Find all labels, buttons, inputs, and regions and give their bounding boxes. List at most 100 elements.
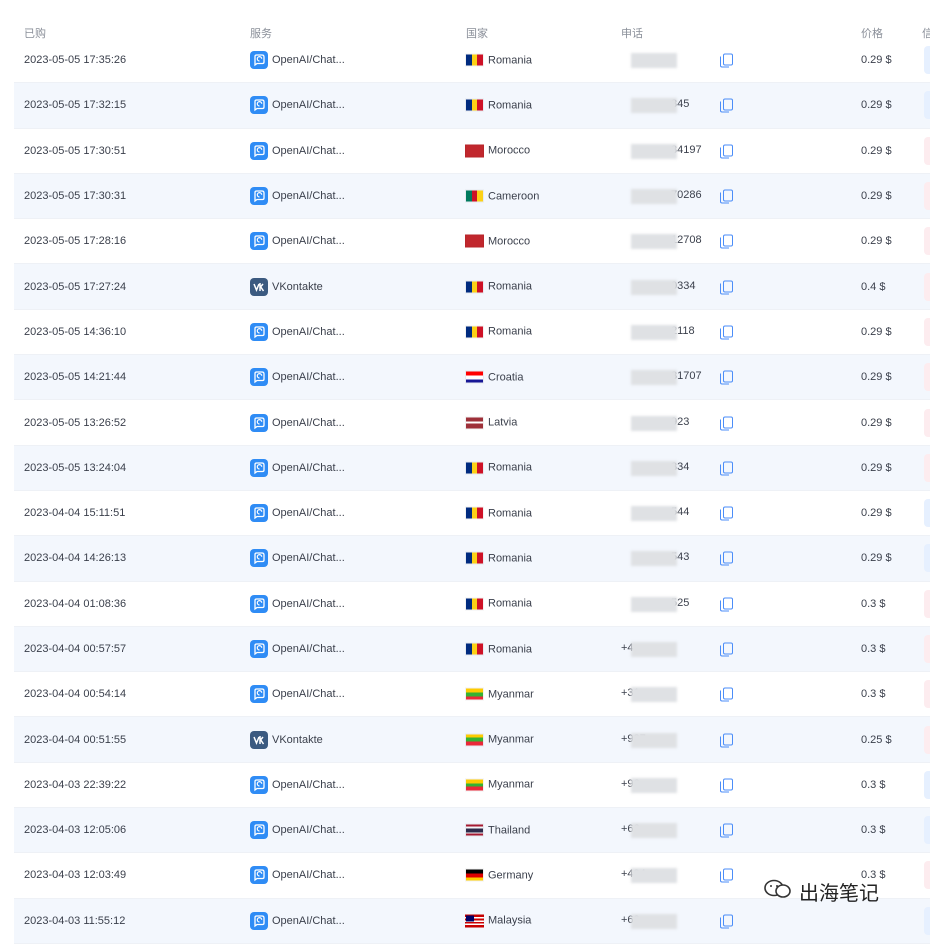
service-name: OpenAI/Chat... (272, 325, 345, 338)
service-cell: OpenAI/Chat... (250, 640, 345, 658)
table-row[interactable]: 2023-05-05 17:30:31 OpenAI/Chat... Cameroo… (14, 173, 930, 220)
flag-ro-icon (465, 98, 484, 112)
table-row[interactable]: 2023-05-05 13:26:52 OpenAI/Chat... Latvia 9… (14, 400, 930, 446)
redaction-blur (631, 279, 677, 295)
country-cell: Malaysia (465, 914, 531, 928)
redaction-blur (631, 415, 677, 431)
table-row[interactable]: 2023-04-04 15:11:51 OpenAI/Chat... Romania… (14, 491, 930, 537)
copy-icon[interactable] (720, 461, 733, 476)
status-badge (924, 816, 930, 845)
service-name: OpenAI/Chat... (272, 190, 345, 203)
table-row[interactable]: 2023-05-05 17:28:16 OpenAI/Chat... Morocco… (14, 219, 930, 265)
price: 0.29 $ (861, 371, 892, 384)
phone-number: +60 (621, 906, 711, 936)
flag-mm-icon (465, 778, 484, 792)
table-row[interactable]: 2023-04-04 00:51:55 VKontakte Myanmar +927 0… (14, 717, 930, 763)
table-row[interactable]: 2023-05-05 17:30:51 OpenAI/Chat... Morocco… (14, 129, 930, 174)
copy-icon[interactable] (720, 914, 733, 929)
status-badge (924, 635, 930, 663)
copy-icon[interactable] (720, 733, 733, 748)
copy-icon[interactable] (720, 642, 733, 657)
copy-icon[interactable] (720, 325, 733, 340)
copy-icon[interactable] (720, 280, 733, 295)
service-name: OpenAI/Chat... (272, 99, 345, 112)
flag-ro-icon (465, 280, 484, 294)
price: 0.3 $ (861, 597, 886, 610)
service-name: OpenAI/Chat... (272, 371, 345, 384)
openai-icon (250, 549, 268, 568)
country-name: Thailand (488, 824, 531, 837)
copy-icon[interactable] (720, 551, 733, 566)
purchase-date: 2023-05-05 17:32:15 (24, 99, 127, 112)
table-row[interactable]: 2023-04-04 00:57:57 OpenAI/Chat... Romania… (14, 626, 930, 673)
redaction-blur (631, 234, 677, 250)
copy-icon[interactable] (720, 687, 733, 702)
purchase-date: 2023-04-04 01:08:36 (24, 597, 127, 610)
copy-icon[interactable] (720, 98, 733, 113)
copy-icon[interactable] (720, 144, 733, 159)
copy-icon[interactable] (720, 189, 733, 204)
openai-icon (250, 458, 268, 477)
country-name: Romania (488, 461, 533, 474)
flag-mm-icon (465, 687, 484, 701)
table-row[interactable]: 2023-04-03 12:05:06 OpenAI/Chat... Thailan… (14, 808, 930, 854)
copy-icon[interactable] (720, 234, 733, 249)
service-cell: OpenAI/Chat... (250, 368, 345, 387)
phone-number: +66 (621, 815, 711, 845)
table-row[interactable]: 2023-05-05 17:32:15 OpenAI/Chat... Romania… (14, 83, 930, 129)
phone-number: +31 (621, 679, 711, 709)
price: 0.3 $ (861, 824, 886, 837)
service-cell: VKontakte (250, 277, 323, 296)
copy-icon[interactable] (720, 506, 733, 521)
country-name: Latvia (488, 416, 518, 429)
country-cell: Morocco (465, 234, 530, 248)
table-row[interactable]: 2023-04-04 14:26:13 OpenAI/Chat... Romania… (14, 536, 930, 582)
service-cell: OpenAI/Chat... (250, 549, 345, 568)
country-name: Myanmar (488, 688, 534, 701)
flag-ro-icon (465, 461, 484, 475)
phone-number: 0334 (621, 272, 711, 302)
country-cell: Romania (465, 551, 532, 565)
table-row[interactable]: 2023-05-05 17:27:24 VKontakte Romania 0334 0… (14, 264, 930, 310)
table-row[interactable]: 2023-05-05 14:36:10 OpenAI/Chat... Romania… (14, 310, 930, 356)
table-row[interactable]: 2023-05-05 17:35:26 OpenAI/Chat... Romania… (14, 38, 930, 84)
price: 0.29 $ (861, 507, 892, 520)
copy-icon[interactable] (720, 597, 733, 612)
openai-icon (250, 232, 268, 251)
copy-icon[interactable] (720, 778, 733, 793)
copy-icon[interactable] (720, 868, 733, 883)
service-name: OpenAI/Chat... (272, 552, 345, 565)
service-cell: OpenAI/Chat... (250, 594, 345, 613)
service-cell: OpenAI/Chat... (250, 911, 345, 930)
service-cell: OpenAI/Chat... (250, 141, 345, 160)
service-name: VKontakte (272, 733, 323, 746)
copy-icon[interactable] (720, 370, 733, 385)
openai-icon (250, 96, 268, 115)
service-cell: OpenAI/Chat... (250, 96, 345, 115)
flag-mm-icon (465, 733, 484, 747)
service-cell: VKontakte (250, 730, 323, 749)
table-row[interactable]: 2023-05-05 14:21:44 OpenAI/Chat... Croatia… (14, 355, 930, 401)
copy-icon[interactable] (720, 416, 733, 431)
wechat-icon (763, 878, 793, 906)
flag-ro-icon (465, 551, 484, 565)
status-badge (924, 91, 930, 120)
openai-icon (250, 504, 268, 523)
purchase-date: 2023-04-03 12:03:49 (24, 869, 127, 882)
table-row[interactable]: 2023-04-04 01:08:36 OpenAI/Chat... Romania… (14, 582, 930, 627)
redaction-blur (631, 53, 677, 69)
status-badge (924, 182, 930, 211)
status-badge (924, 408, 930, 437)
service-name: OpenAI/Chat... (272, 824, 345, 837)
table-row[interactable]: 2023-05-05 13:24:04 OpenAI/Chat... Romania… (14, 445, 930, 491)
flag-ro-icon (465, 53, 484, 67)
copy-icon[interactable] (720, 823, 733, 838)
redaction-blur (631, 687, 677, 703)
flag-lv-icon (465, 416, 484, 430)
table-row[interactable]: 2023-04-03 22:39:22 OpenAI/Chat... Myanmar… (14, 763, 930, 809)
table-row[interactable]: 2023-04-04 00:54:14 OpenAI/Chat... Myanmar… (14, 672, 930, 718)
country-cell: Thailand (465, 823, 531, 837)
status-badge (924, 906, 930, 935)
country-name: Romania (488, 507, 533, 520)
copy-icon[interactable] (720, 53, 733, 68)
